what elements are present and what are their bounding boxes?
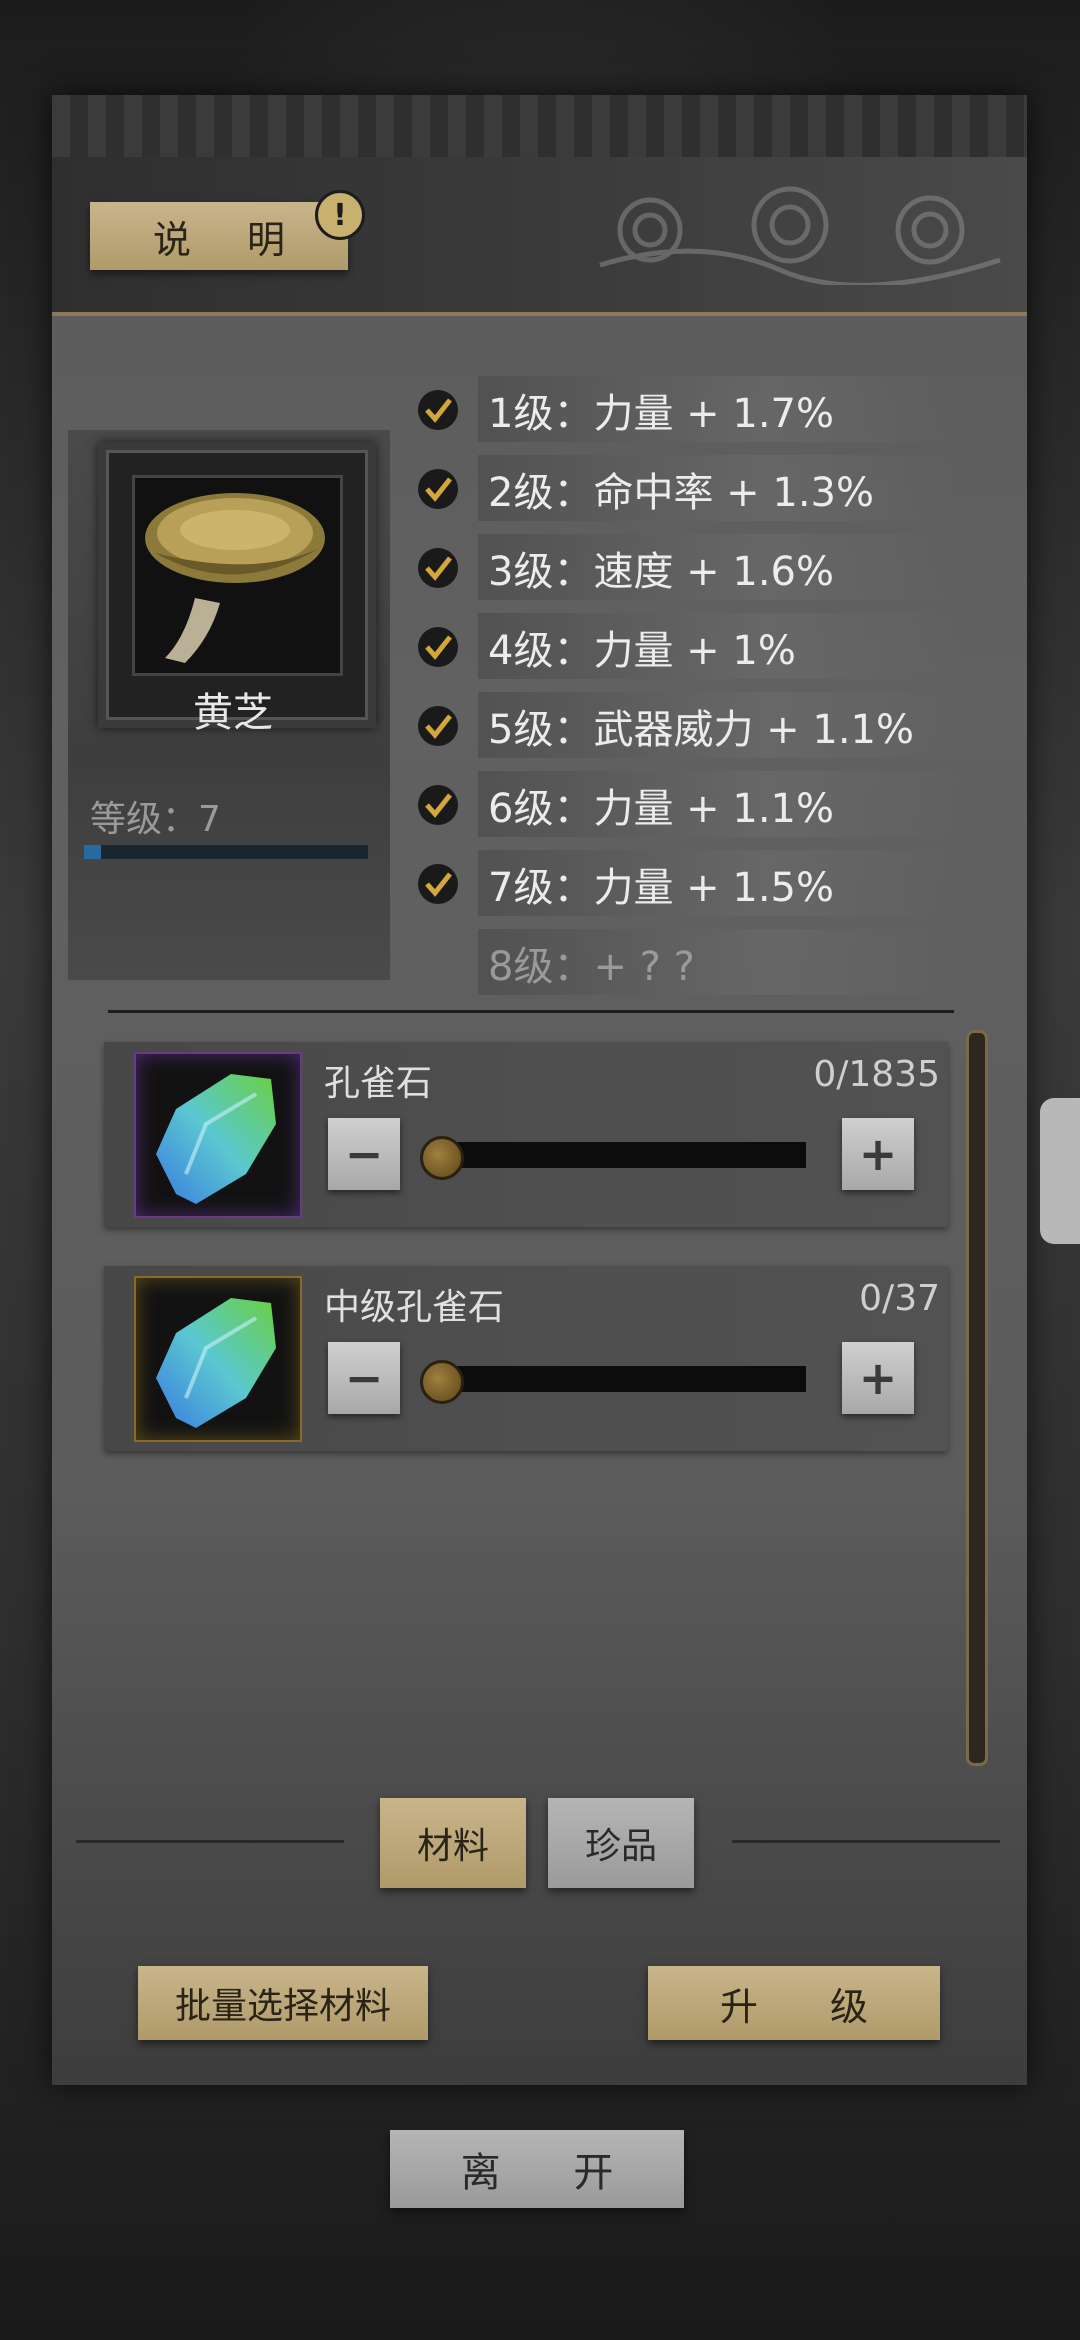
bonus-text: 7级：力量 + 1.5%: [488, 864, 835, 911]
decrease-button[interactable]: −: [328, 1342, 400, 1414]
bonus-row-2: 2级：命中率 + 1.3%: [418, 449, 958, 528]
malachite-gem-icon: [156, 1074, 276, 1204]
material-name: 中级孔雀石: [324, 1287, 505, 1328]
lingzhi-mushroom-icon: [145, 493, 325, 663]
material-icon[interactable]: [134, 1276, 302, 1442]
increase-button[interactable]: +: [842, 1118, 914, 1190]
quantity-slider[interactable]: [436, 1366, 806, 1392]
check-icon: [418, 626, 458, 667]
bonus-row-1: 1级：力量 + 1.7%: [418, 370, 958, 449]
bonus-row-6: 6级：力量 + 1.1%: [418, 765, 958, 844]
info-button[interactable]: 说 明: [90, 202, 348, 270]
bonus-row-7: 7级：力量 + 1.5%: [418, 844, 958, 923]
alert-icon: !: [315, 190, 365, 240]
material-card: 中级孔雀石 0/37 − +: [104, 1266, 948, 1451]
bonus-text: 4级：力量 + 1%: [488, 627, 796, 674]
bonus-text: 5级：武器威力 + 1.1%: [488, 706, 915, 753]
material-name: 孔雀石: [324, 1063, 433, 1104]
tab-material[interactable]: 材料: [380, 1798, 526, 1888]
upgrade-button[interactable]: 升 级: [648, 1966, 940, 2040]
batch-select-label: 批量选择材料: [174, 1986, 391, 2027]
check-icon: [418, 547, 458, 588]
panel-top-border: [52, 95, 1027, 161]
item-image: [132, 475, 343, 676]
material-count: 0/1835: [813, 1054, 940, 1095]
material-icon[interactable]: [134, 1052, 302, 1218]
level-progress-fill: [84, 845, 102, 859]
batch-select-button[interactable]: 批量选择材料: [138, 1966, 428, 2040]
bonus-text: 1级：力量 + 1.7%: [488, 390, 835, 437]
bonus-text: 3级：速度 + 1.6%: [488, 548, 835, 595]
bonus-text: 2级：命中率 + 1.3%: [488, 469, 875, 516]
increase-button[interactable]: +: [842, 1342, 914, 1414]
bonus-row-3: 3级：速度 + 1.6%: [418, 528, 958, 607]
tab-material-label: 材料: [416, 1826, 489, 1867]
bonus-row-5: 5级：武器威力 + 1.1%: [418, 686, 958, 765]
decrease-button[interactable]: −: [328, 1118, 400, 1190]
upgrade-label: 升 级: [719, 1984, 899, 2029]
leave-label: 离 开: [460, 2150, 644, 2196]
item-name: 黄芝: [193, 690, 273, 736]
quantity-slider[interactable]: [436, 1142, 806, 1168]
level-progress-bar: [84, 845, 368, 859]
material-list-scrollbar[interactable]: [966, 1030, 988, 1766]
bonus-text: 6级：力量 + 1.1%: [488, 785, 835, 832]
bonus-list: 1级：力量 + 1.7% 2级：命中率 + 1.3% 3级：速度 + 1.6% …: [418, 370, 958, 1002]
info-button-label: 说 明: [152, 217, 308, 262]
check-icon: [418, 784, 458, 825]
bonus-row-8-locked: 8级：+ ? ?: [418, 923, 958, 1002]
tab-divider-right: [732, 1840, 1000, 1843]
divider: [108, 1010, 954, 1013]
leave-button[interactable]: 离 开: [390, 2130, 684, 2208]
material-card: 孔雀石 0/1835 − +: [104, 1042, 948, 1227]
check-icon: [418, 863, 458, 904]
check-icon: [418, 468, 458, 509]
bonus-text: 8级：+ ? ?: [488, 943, 695, 990]
cloud-decoration: [599, 186, 1001, 285]
side-handle[interactable]: [1040, 1098, 1080, 1244]
material-count: 0/37: [859, 1278, 940, 1319]
check-icon: [418, 389, 458, 430]
tab-divider-left: [76, 1840, 344, 1843]
bonus-row-4: 4级：力量 + 1%: [418, 607, 958, 686]
tab-treasure-label: 珍品: [584, 1826, 657, 1867]
malachite-gem-icon: [156, 1298, 276, 1428]
check-icon: [418, 705, 458, 746]
tab-treasure[interactable]: 珍品: [548, 1798, 694, 1888]
item-level: 等级：7: [90, 799, 221, 840]
slider-handle[interactable]: [420, 1360, 464, 1404]
slider-handle[interactable]: [420, 1136, 464, 1180]
